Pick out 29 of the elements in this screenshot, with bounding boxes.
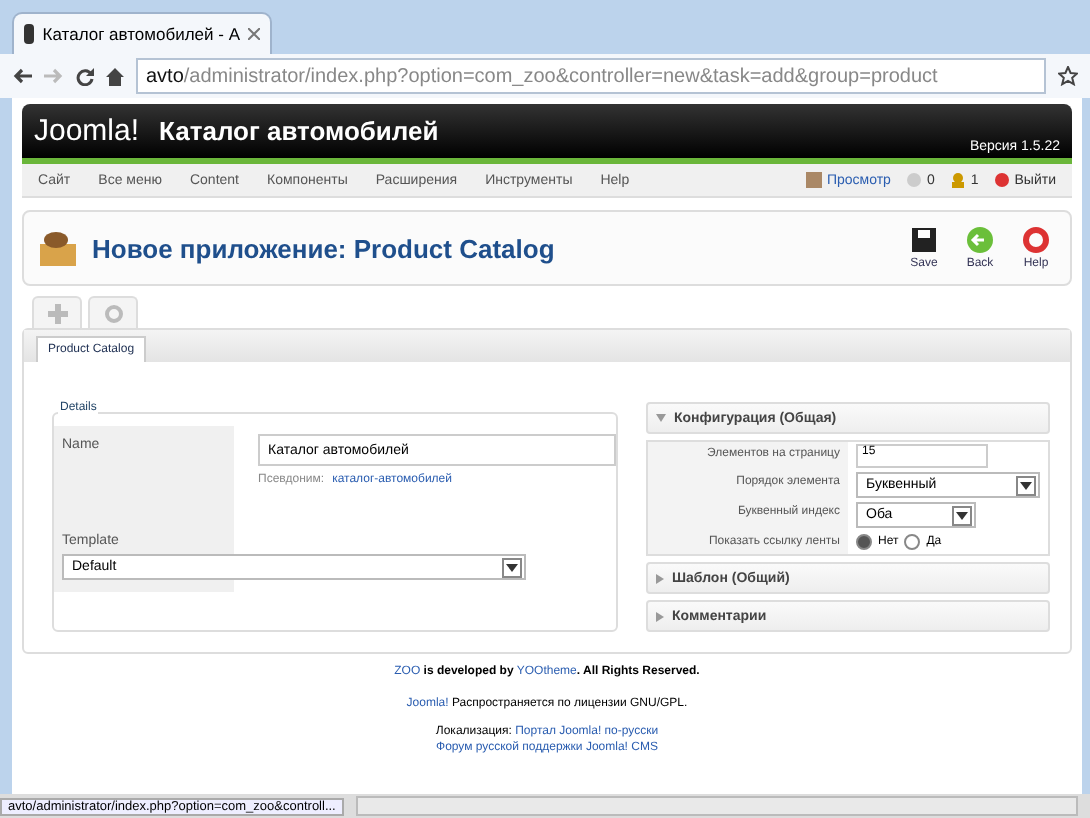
users-icon: [950, 172, 967, 188]
close-icon[interactable]: [248, 28, 260, 40]
lifebuoy-icon: [1022, 226, 1050, 254]
site-title: Каталог автомобилей: [159, 116, 439, 146]
scrollbar[interactable]: [355, 796, 1078, 816]
caret-icon: [956, 511, 968, 519]
tab-title: Каталог автомобилей - А: [42, 24, 240, 44]
preview-icon: [806, 172, 823, 188]
box-icon: [36, 228, 80, 268]
back-arrow-icon[interactable]: [12, 68, 32, 84]
address-bar[interactable]: avto/administrator/index.php?option=com_zoo&controller=new&task=add&group=product: [136, 58, 1046, 94]
caret-icon: [506, 563, 518, 571]
caret-icon: [1020, 481, 1032, 489]
logo: Joomla!: [34, 114, 140, 148]
radio-button[interactable]: [856, 534, 872, 550]
plus-icon: [47, 303, 67, 323]
home-icon[interactable]: [106, 67, 124, 85]
caret-icon: [656, 573, 664, 583]
caret-icon: [656, 414, 666, 422]
page-title: Новое приложение: Product Catalog: [92, 233, 555, 263]
star-icon[interactable]: [1058, 66, 1078, 86]
reload-icon[interactable]: [76, 67, 94, 85]
radio-button[interactable]: [904, 534, 921, 550]
browser-tab[interactable]: Каталог автомобилей - А: [12, 12, 272, 54]
gear-icon: [103, 303, 123, 323]
logout-icon: [994, 172, 1011, 188]
caret-icon: [656, 611, 664, 621]
favicon-icon: [24, 24, 35, 44]
message-icon: [906, 172, 923, 188]
